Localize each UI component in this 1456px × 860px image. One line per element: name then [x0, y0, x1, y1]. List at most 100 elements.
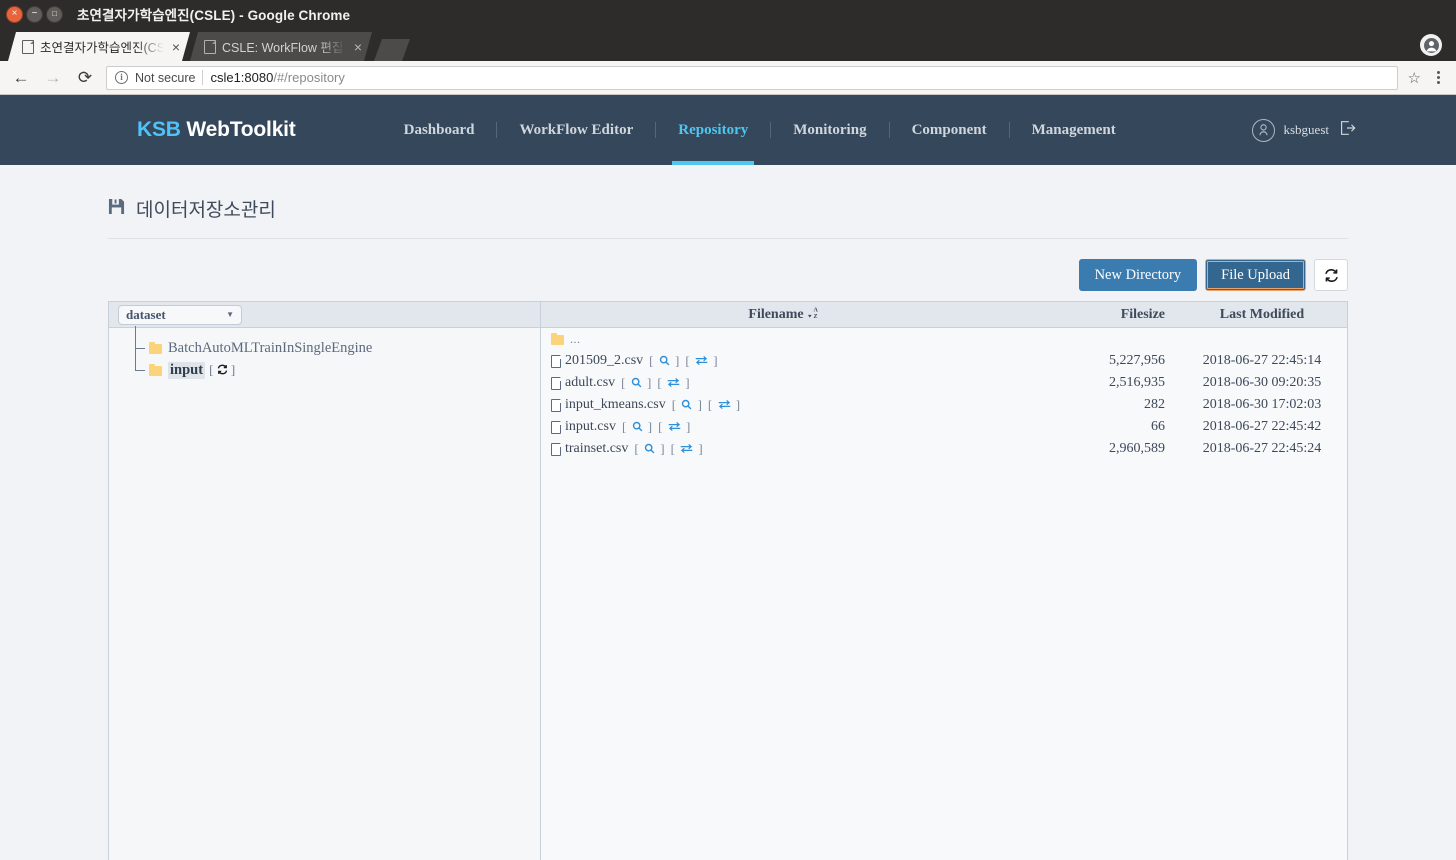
transfer-action[interactable]: [ ] [658, 419, 690, 435]
column-header-filename[interactable]: Filename A Z [541, 305, 1027, 325]
main-navigation: Dashboard WorkFlow Editor Repository Mon… [382, 95, 1138, 165]
browser-menu-icon[interactable] [1431, 71, 1446, 84]
back-icon[interactable]: ← [10, 67, 32, 89]
url-host: csle1:8080 [210, 70, 274, 85]
refresh-button[interactable] [1314, 259, 1348, 291]
tree-item-batchautomltraininsingleengine[interactable]: BatchAutoMLTrainInSingleEngine [109, 326, 540, 359]
filename-cell: input.csv [ ] [ ] [541, 419, 1027, 435]
directory-tree-panel: dataset ▼ BatchAutoMLTrainInSingleEngine… [108, 301, 540, 860]
user-area: ksbguest [1251, 118, 1357, 142]
app-logo[interactable]: KSB WebToolkit [137, 118, 296, 142]
file-icon [551, 354, 561, 368]
chevron-down-icon: ▼ [226, 310, 234, 319]
transfer-action[interactable]: [ ] [685, 353, 717, 369]
nav-item-management[interactable]: Management [1010, 95, 1138, 165]
nav-item-component[interactable]: Component [890, 95, 1009, 165]
new-tab-button[interactable] [374, 39, 410, 61]
page-title-text: 데이터저장소관리 [136, 200, 276, 221]
app-viewport: KSB WebToolkit Dashboard WorkFlow Editor… [0, 95, 1456, 860]
browser-tab-strip: 초연결자가학습엔진(CSLE) × CSLE: WorkFlow 편집 × [0, 28, 1456, 61]
folder-icon [551, 332, 564, 345]
file-icon [551, 420, 561, 434]
table-row[interactable]: 201509_2.csv [ ] [ ] 5,227,956 2018-06-27 22… [541, 350, 1347, 372]
transfer-action[interactable]: [ ] [708, 397, 740, 413]
window-controls: × − □ [6, 5, 63, 23]
address-bar-url: csle1:8080/#/repository [210, 70, 344, 85]
user-avatar-icon [1251, 118, 1275, 142]
browser-omnibar: ← → ⟳ i Not secure csle1:8080/#/reposito… [0, 61, 1456, 95]
page-content: 데이터저장소관리 New Directory File Upload datas… [0, 165, 1456, 860]
file-icon [551, 442, 561, 456]
column-header-filesize[interactable]: Filesize [1027, 307, 1177, 323]
app-logo-rest: WebToolkit [180, 118, 296, 141]
table-row-parent[interactable]: ... [541, 328, 1347, 350]
filename-label: 201509_2.csv [565, 353, 644, 368]
directory-tree: BatchAutoMLTrainInSingleEngine input [ ] [109, 326, 540, 381]
filename-cell: 201509_2.csv [ ] [ ] [541, 353, 1027, 369]
browser-tab-1[interactable]: CSLE: WorkFlow 편집 × [190, 32, 372, 61]
exchange-icon [695, 353, 708, 369]
file-icon [551, 398, 561, 412]
tree-item-refresh-action[interactable]: [ ] [209, 362, 235, 378]
table-row[interactable]: input.csv [ ] [ ] 66 2018-06-27 22:45:42 [541, 416, 1347, 438]
new-directory-button[interactable]: New Directory [1078, 259, 1198, 291]
transfer-action[interactable]: [ ] [671, 441, 703, 457]
filesize-cell: 282 [1144, 397, 1165, 412]
file-icon [551, 376, 561, 390]
modified-cell: 2018-06-27 22:45:24 [1202, 441, 1322, 456]
tree-item-input[interactable]: input [ ] [109, 348, 540, 381]
file-table-body: ... 201509_2.csv [ ] [ ] 5,227,956 2018-06-2… [541, 328, 1347, 460]
window-close-button[interactable]: × [6, 5, 23, 23]
exchange-icon [668, 419, 681, 435]
nav-item-workflow-editor[interactable]: WorkFlow Editor [497, 95, 655, 165]
nav-item-repository[interactable]: Repository [656, 95, 770, 165]
table-row[interactable]: trainset.csv [ ] [ ] 2,960,589 2018-06-27 22… [541, 438, 1347, 460]
filesize-cell: 66 [1151, 419, 1165, 434]
browser-tab-0[interactable]: 초연결자가학습엔진(CSLE) × [8, 32, 190, 61]
table-row[interactable]: input_kmeans.csv [ ] [ ] 282 2018-06-30 17:0… [541, 394, 1347, 416]
app-navbar: KSB WebToolkit Dashboard WorkFlow Editor… [0, 95, 1456, 165]
bookmark-star-icon[interactable]: ☆ [1408, 69, 1421, 87]
browser-tab-title: CSLE: WorkFlow 편집 [222, 41, 344, 55]
table-row[interactable]: adult.csv [ ] [ ] 2,516,935 2018-06-30 09:20… [541, 372, 1347, 394]
address-bar[interactable]: i Not secure csle1:8080/#/repository [106, 65, 1398, 90]
preview-action[interactable]: [ ] [649, 353, 679, 369]
transfer-action[interactable]: [ ] [657, 375, 689, 391]
preview-action[interactable]: [ ] [634, 441, 664, 457]
sort-alpha-down-icon[interactable]: A Z [807, 305, 820, 325]
close-icon[interactable]: × [170, 39, 182, 55]
file-upload-button[interactable]: File Upload [1205, 259, 1306, 291]
window-minimize-button[interactable]: − [26, 5, 43, 23]
browser-tab-title: 초연결자가학습엔진(CSLE) [40, 41, 164, 55]
preview-action[interactable]: [ ] [622, 419, 652, 435]
info-icon[interactable]: i [115, 71, 128, 84]
reload-icon[interactable]: ⟳ [74, 67, 96, 89]
exchange-icon [718, 397, 731, 413]
folder-icon [149, 363, 162, 376]
close-icon[interactable]: × [352, 39, 364, 55]
repository-select-value: dataset [126, 306, 166, 322]
app-logo-ksb: KSB [137, 118, 181, 141]
filesize-cell: 2,516,935 [1109, 375, 1165, 390]
filesize-cell: 5,227,956 [1109, 353, 1165, 368]
filename-label: input_kmeans.csv [565, 397, 666, 412]
search-icon [644, 441, 655, 457]
filename-label: adult.csv [565, 375, 616, 390]
modified-cell: 2018-06-30 17:02:03 [1202, 397, 1322, 412]
logout-icon[interactable] [1338, 119, 1356, 142]
repository-select[interactable]: dataset ▼ [118, 304, 242, 325]
nav-item-monitoring[interactable]: Monitoring [771, 95, 888, 165]
preview-action[interactable]: [ ] [672, 397, 702, 413]
window-maximize-button[interactable]: □ [46, 5, 63, 23]
parent-directory-cell[interactable]: ... [541, 332, 1027, 347]
file-rows-host: 201509_2.csv [ ] [ ] 5,227,956 2018-06-27 22… [541, 350, 1347, 460]
exchange-icon [667, 375, 680, 391]
page-title: 데이터저장소관리 [108, 165, 1348, 239]
preview-action[interactable]: [ ] [621, 375, 651, 391]
nav-item-dashboard[interactable]: Dashboard [382, 95, 497, 165]
tree-branch-line [131, 326, 149, 359]
filename-label: trainset.csv [565, 441, 629, 456]
repository-toolbar: New Directory File Upload [108, 239, 1348, 301]
profile-avatar-icon[interactable] [1420, 34, 1442, 56]
column-header-modified[interactable]: Last Modified [1177, 307, 1347, 323]
